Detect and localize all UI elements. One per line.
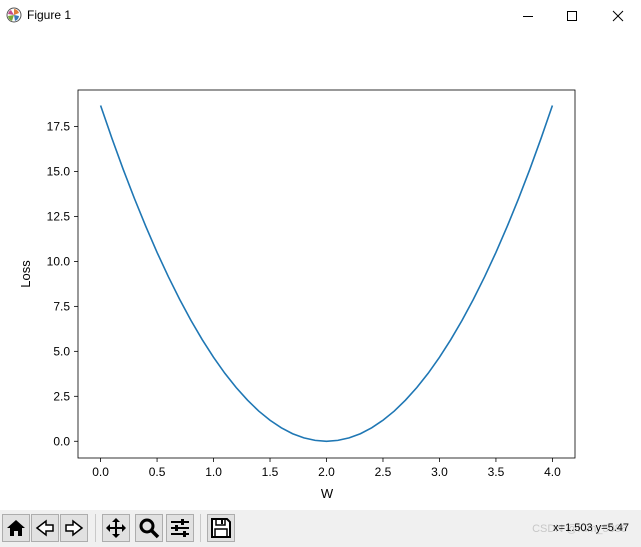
x-ticks: 0.0 0.5 1.0 1.5 2.0 2.5 3.0 3.5 4.0 xyxy=(92,458,561,479)
x-tick-label: 1.0 xyxy=(205,465,222,479)
zoom-button[interactable] xyxy=(135,514,163,542)
x-tick-label: 2.0 xyxy=(318,465,335,479)
y-tick-label: 2.5 xyxy=(53,389,70,403)
x-tick-label: 3.5 xyxy=(488,465,505,479)
pan-button[interactable] xyxy=(102,514,130,542)
y-axis-label: Loss xyxy=(18,260,33,288)
y-tick-label: 10.0 xyxy=(47,254,71,268)
y-tick-label: 17.5 xyxy=(47,120,71,134)
toolbar-separator xyxy=(95,514,96,542)
save-icon xyxy=(211,518,231,538)
close-button[interactable] xyxy=(595,0,641,32)
maximize-icon xyxy=(567,11,577,21)
line-chart: 0.0 0.5 1.0 1.5 2.0 2.5 3.0 3.5 4.0 0.0 2.5 5.0 7.5… xyxy=(18,89,576,501)
maximize-button[interactable] xyxy=(549,0,595,32)
x-tick-label: 0.5 xyxy=(149,465,166,479)
x-tick-label: 4.0 xyxy=(544,465,561,479)
y-tick-label: 0.0 xyxy=(53,434,70,448)
home-button[interactable] xyxy=(2,514,30,542)
x-tick-label: 0.0 xyxy=(92,465,109,479)
back-button[interactable] xyxy=(31,514,59,542)
y-tick-label: 7.5 xyxy=(53,299,70,313)
matplotlib-logo-icon xyxy=(6,7,22,23)
save-button[interactable] xyxy=(207,514,235,542)
x-tick-label: 1.5 xyxy=(262,465,279,479)
y-tick-label: 15.0 xyxy=(47,164,71,178)
y-tick-label: 12.5 xyxy=(47,209,71,223)
y-tick-label: 5.0 xyxy=(53,344,70,358)
cursor-coordinates: x=1.503 y=5.47 xyxy=(553,522,629,534)
close-icon xyxy=(612,10,624,22)
forward-arrow-icon xyxy=(65,519,84,537)
toolbar-separator xyxy=(200,514,201,542)
x-axis-label: W xyxy=(321,486,334,501)
window-title: Figure 1 xyxy=(27,8,72,22)
navigation-toolbar: CSDN @Kim_5086 x=1.503 y=5.47 xyxy=(0,510,641,547)
back-arrow-icon xyxy=(35,519,54,537)
configure-subplots-button[interactable] xyxy=(166,514,194,542)
home-icon xyxy=(7,520,25,536)
y-ticks: 0.0 2.5 5.0 7.5 10.0 12.5 15.0 17.5 xyxy=(47,120,78,448)
axes-frame xyxy=(77,89,576,459)
x-tick-label: 2.5 xyxy=(375,465,392,479)
figure-canvas[interactable]: 0.0 0.5 1.0 1.5 2.0 2.5 3.0 3.5 4.0 0.0 2.5 5.0 7.5… xyxy=(0,32,641,510)
configure-subplots-icon xyxy=(171,519,189,537)
x-tick-label: 3.0 xyxy=(431,465,448,479)
forward-button[interactable] xyxy=(60,514,88,542)
pan-icon xyxy=(106,518,126,538)
minimize-button[interactable] xyxy=(505,0,551,32)
zoom-icon xyxy=(139,518,160,539)
title-bar: Figure 1 xyxy=(0,0,641,32)
minimize-icon xyxy=(523,16,533,17)
